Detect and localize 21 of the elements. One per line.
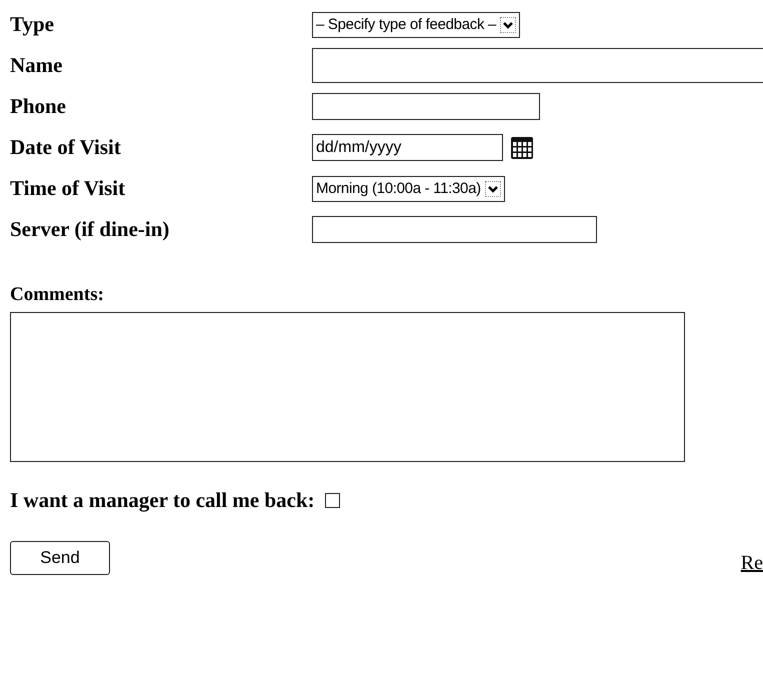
field-label: Server (if dine-in) (10, 217, 170, 242)
field-label: Date of Visit (10, 135, 121, 160)
field-label: Type (10, 12, 54, 37)
checkbox-label: I want a manager to call me back: (10, 488, 315, 513)
checkbox[interactable] (324, 493, 340, 508)
dropdown[interactable]: – Specify type of feedback – (312, 12, 520, 38)
send-button[interactable]: Send (10, 541, 110, 575)
text-field[interactable] (312, 93, 540, 120)
comments-label: Comments: (10, 284, 104, 306)
text-field[interactable] (312, 216, 597, 243)
comments-field[interactable] (10, 312, 685, 462)
field-label: Time of Visit (10, 176, 126, 201)
caret-icon (484, 180, 501, 196)
caret-icon (500, 16, 516, 32)
link[interactable]: Re (740, 552, 763, 575)
date-field[interactable]: dd/mm/yyyy (312, 134, 503, 161)
field-label: Name (10, 53, 62, 78)
dropdown[interactable]: Morning (10:00a - 11:30a) (312, 176, 505, 202)
field-label: Phone (10, 94, 66, 119)
text-field[interactable] (312, 48, 763, 83)
calendar-icon[interactable] (511, 136, 533, 158)
